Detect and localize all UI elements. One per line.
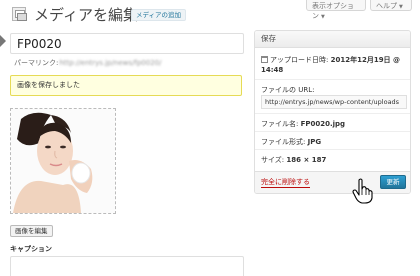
save-box-heading: 保存 [255, 31, 410, 48]
file-name-row: ファイル名: FP0020.jpg [255, 119, 410, 129]
help-tab[interactable]: ヘルプ ▼ [370, 0, 412, 11]
file-url-field[interactable]: http://entrys.jp/news/wp-content/uploads [261, 95, 407, 109]
upload-date-label: アップロード日時: [270, 56, 329, 64]
publishing-actions: 完全に削除する 更新 [255, 171, 410, 193]
file-type-row: ファイル形式: JPG [255, 137, 410, 147]
admin-menu-pointer [0, 35, 6, 47]
dimensions-value: 186 × 187 [286, 156, 327, 164]
calendar-icon [261, 56, 268, 63]
permalink-label: パーマリンク: [14, 59, 59, 67]
dimensions-label: サイズ: [261, 156, 285, 164]
help-label: ヘルプ [376, 2, 397, 10]
divider [255, 79, 410, 80]
page-title: メディアを編集 [34, 6, 138, 24]
file-url-label: ファイルの URL: [261, 86, 315, 94]
divider [255, 131, 410, 132]
update-button[interactable]: 更新 [380, 175, 406, 189]
add-media-button[interactable]: メディアの追加 [131, 9, 187, 21]
hand-cursor-icon [352, 178, 373, 204]
divider [255, 113, 410, 114]
file-name-label: ファイル名: [261, 120, 299, 128]
file-type-value: JPG [307, 138, 322, 146]
caption-textarea[interactable] [10, 256, 244, 276]
caption-label: キャプション [10, 245, 52, 253]
permalink: パーマリンク:http://entrys.jp/news/fp0020/ [14, 58, 162, 68]
divider [255, 149, 410, 150]
edit-image-button[interactable]: 画像を編集 [10, 225, 53, 237]
screen-options-label: 表示オプション [312, 2, 354, 20]
caret-down-icon: ▼ [321, 14, 325, 20]
title-input[interactable]: FP0020 [10, 33, 244, 54]
upload-date-row: アップロード日時: 2012年12月19日 @ 14:48 [255, 55, 410, 75]
media-image [10, 108, 116, 214]
delete-permanently-link[interactable]: 完全に削除する [261, 178, 310, 188]
file-name-value: FP0020.jpg [300, 120, 346, 128]
permalink-url[interactable]: http://entrys.jp/news/fp0020/ [59, 59, 161, 67]
caret-down-icon: ▼ [399, 4, 403, 10]
saved-notice: 画像を保存しました [10, 75, 242, 96]
screen-options-tab[interactable]: 表示オプション ▼ [306, 0, 366, 20]
dimensions-row: サイズ: 186 × 187 [255, 155, 410, 165]
save-box: 保存 アップロード日時: 2012年12月19日 @ 14:48 ファイルの U… [254, 30, 411, 194]
media-page-icon [12, 7, 27, 21]
file-type-label: ファイル形式: [261, 138, 306, 146]
portrait-image [11, 109, 115, 213]
